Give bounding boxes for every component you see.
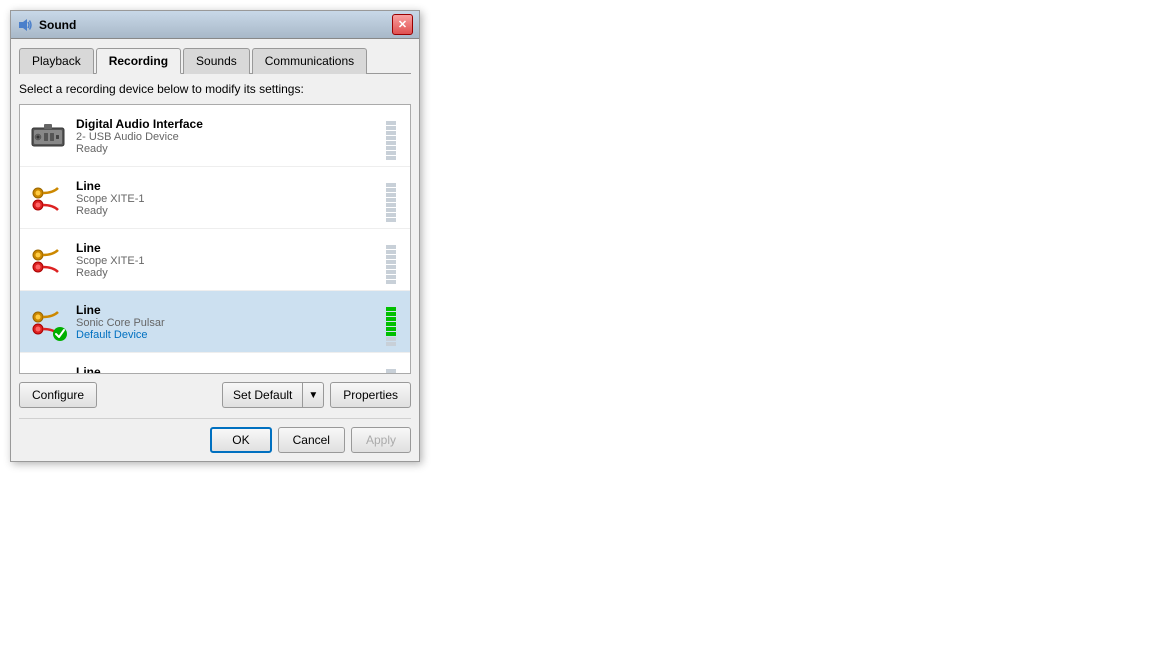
device-status-line2: Ready: [76, 267, 376, 279]
device-name-line4: Line: [76, 365, 376, 374]
action-buttons: Configure Set Default ▼ Properties: [19, 382, 411, 408]
device-sub-line1: Scope XITE-1: [76, 193, 376, 205]
device-info-line1: Line Scope XITE-1 Ready: [76, 179, 376, 217]
title-bar: Sound ✕: [11, 11, 419, 39]
device-status-line3: Default Device: [76, 329, 376, 341]
instruction-text: Select a recording device below to modif…: [19, 82, 411, 96]
device-sub-line3: Sonic Core Pulsar: [76, 317, 376, 329]
close-button[interactable]: ✕: [392, 14, 413, 35]
device-list: Digital Audio Interface 2- USB Audio Dev…: [19, 104, 411, 374]
tab-playback[interactable]: Playback: [19, 48, 94, 74]
set-default-button-group: Set Default ▼: [222, 382, 324, 408]
device-sub-dai: 2- USB Audio Device: [76, 131, 376, 143]
level-meter-line1: [384, 174, 398, 222]
sound-dialog: Sound ✕ Playback Recording Sounds Commun…: [10, 10, 420, 462]
device-info-line3: Line Sonic Core Pulsar Default Device: [76, 303, 376, 341]
device-list-scroll[interactable]: Digital Audio Interface 2- USB Audio Dev…: [20, 105, 410, 373]
title-bar-left: Sound: [17, 17, 76, 33]
set-default-arrow-button[interactable]: ▼: [302, 382, 324, 408]
tab-recording[interactable]: Recording: [96, 48, 181, 74]
tab-communications[interactable]: Communications: [252, 48, 367, 74]
ok-button[interactable]: OK: [210, 427, 271, 453]
device-name-line3: Line: [76, 303, 376, 317]
device-item-line1[interactable]: Line Scope XITE-1 Ready: [20, 167, 410, 229]
device-icon-line2: [28, 240, 68, 280]
tab-sounds[interactable]: Sounds: [183, 48, 250, 74]
device-icon-dai: [28, 116, 68, 156]
set-default-main-button[interactable]: Set Default: [222, 382, 302, 408]
dialog-buttons: OK Cancel Apply: [19, 418, 411, 453]
device-item-line4[interactable]: Line Sonic Core Pulsar Ready: [20, 353, 410, 373]
device-info-line4: Line Sonic Core Pulsar Ready: [76, 365, 376, 374]
device-name-line1: Line: [76, 179, 376, 193]
level-meter-dai: [384, 112, 398, 160]
device-item-line3[interactable]: Line Sonic Core Pulsar Default Device: [20, 291, 410, 353]
configure-button[interactable]: Configure: [19, 382, 97, 408]
level-meter-line4: [384, 360, 398, 374]
apply-button[interactable]: Apply: [351, 427, 411, 453]
window-body: Playback Recording Sounds Communications…: [11, 39, 419, 461]
device-name-line2: Line: [76, 241, 376, 255]
device-icon-line4: [28, 364, 68, 374]
device-item-line2[interactable]: Line Scope XITE-1 Ready: [20, 229, 410, 291]
speaker-icon: [17, 17, 33, 33]
device-icon-line3: [28, 302, 68, 342]
properties-button[interactable]: Properties: [330, 382, 411, 408]
device-info-dai: Digital Audio Interface 2- USB Audio Dev…: [76, 117, 376, 155]
device-status-line1: Ready: [76, 205, 376, 217]
device-name-dai: Digital Audio Interface: [76, 117, 376, 131]
cancel-button[interactable]: Cancel: [278, 427, 345, 453]
device-status-dai: Ready: [76, 143, 376, 155]
device-icon-line1: [28, 178, 68, 218]
device-item-dai[interactable]: Digital Audio Interface 2- USB Audio Dev…: [20, 105, 410, 167]
device-info-line2: Line Scope XITE-1 Ready: [76, 241, 376, 279]
level-meter-line2: [384, 236, 398, 284]
device-sub-line2: Scope XITE-1: [76, 255, 376, 267]
level-meter-line3: [384, 298, 398, 346]
tab-bar: Playback Recording Sounds Communications: [19, 47, 411, 74]
window-title: Sound: [39, 18, 76, 32]
